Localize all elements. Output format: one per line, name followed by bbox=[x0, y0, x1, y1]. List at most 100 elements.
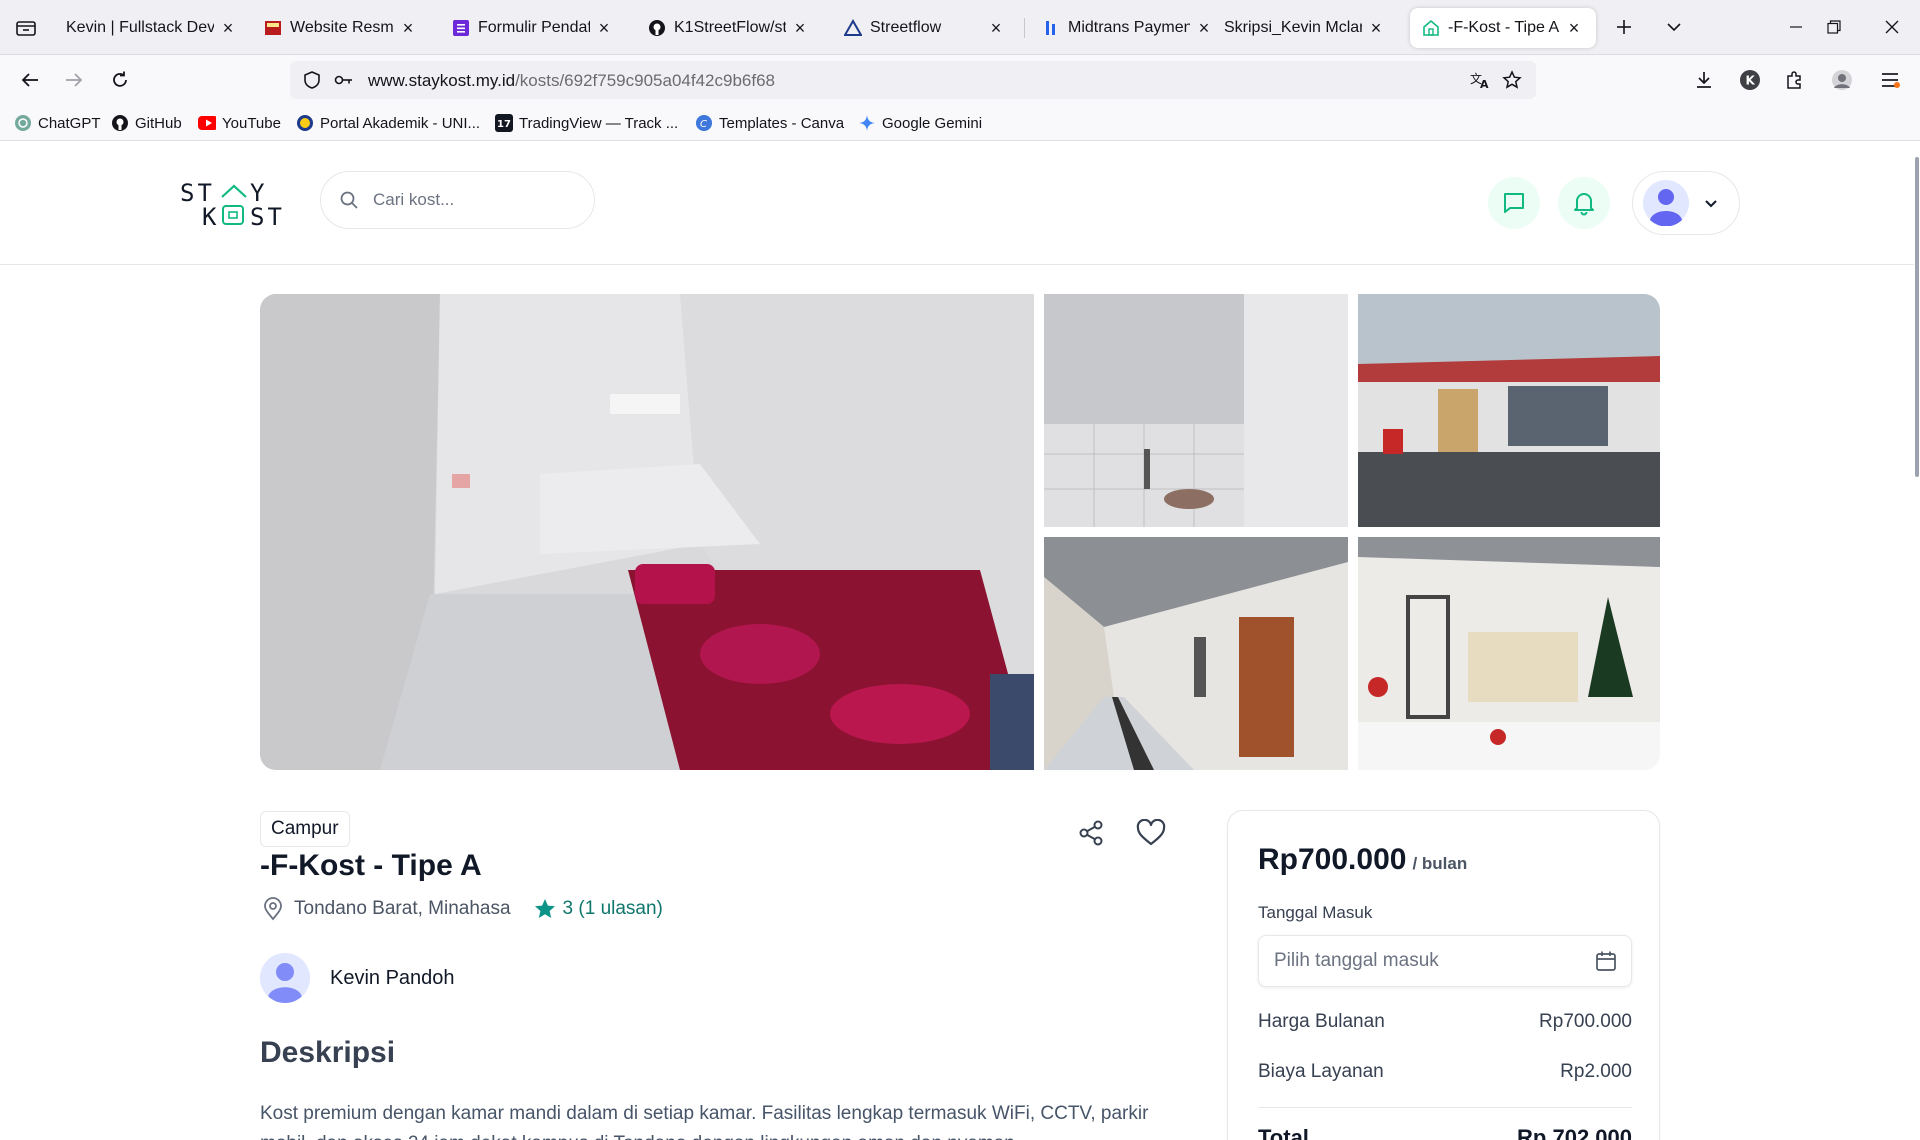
bookmark-label: Templates - Canva bbox=[719, 114, 845, 132]
exterior-photo[interactable] bbox=[1358, 294, 1660, 527]
bookmark-chatgpt[interactable]: ChatGPT bbox=[14, 114, 101, 132]
calendar-icon[interactable] bbox=[1595, 950, 1617, 972]
tab-kevin-portfolio[interactable]: Kevin | Fullstack Devel × bbox=[54, 8, 250, 48]
gemini-sparkle-icon bbox=[858, 114, 876, 132]
move-in-date-input[interactable] bbox=[1274, 950, 1574, 972]
bookmark-label: Portal Akademik - UNI... bbox=[320, 114, 481, 132]
shield-icon bbox=[304, 71, 320, 89]
tab-title: Skripsi_Kevin Mclaren bbox=[1224, 19, 1362, 36]
bookmark-github[interactable]: GitHub bbox=[111, 114, 182, 132]
tab-title: K1StreetFlow/stree bbox=[674, 19, 786, 36]
translate-icon[interactable]: 文A bbox=[1470, 70, 1492, 90]
forms-favicon-icon bbox=[452, 19, 470, 37]
back-button[interactable] bbox=[12, 63, 48, 97]
reload-button[interactable] bbox=[102, 63, 138, 97]
puzzle-icon bbox=[1787, 71, 1801, 89]
page-scrollbar[interactable] bbox=[1914, 141, 1920, 1140]
tab-f-kost-active[interactable]: -F-Kost - Tipe A - I × bbox=[1410, 8, 1596, 48]
plus-icon bbox=[1617, 20, 1631, 34]
bookmark-gemini[interactable]: Google Gemini bbox=[858, 114, 982, 132]
bookmark-label: YouTube bbox=[222, 114, 281, 132]
chat-button[interactable] bbox=[1488, 177, 1540, 229]
midtrans-favicon-icon bbox=[1042, 19, 1060, 37]
gender-type-badge: Campur bbox=[260, 811, 350, 847]
bookmark-canva[interactable]: C Templates - Canva bbox=[695, 114, 844, 132]
owner-info[interactable]: Kevin Pandoh bbox=[260, 953, 455, 1003]
restore-icon bbox=[1827, 20, 1841, 34]
tab-title: Website Resmi De bbox=[290, 19, 394, 36]
description-heading: Deskripsi bbox=[260, 1036, 396, 1069]
svg-text:ST: ST bbox=[250, 203, 285, 229]
staykost-logo[interactable]: ST Y K ST bbox=[178, 179, 298, 231]
github-icon bbox=[111, 114, 129, 132]
hallway-photo[interactable] bbox=[1044, 537, 1348, 770]
tab-title: Streetflow bbox=[870, 19, 942, 36]
bookmark-label: TradingView — Track ... bbox=[519, 114, 679, 132]
close-icon[interactable]: × bbox=[220, 18, 236, 38]
price: Rp700.000 / bulan bbox=[1258, 843, 1467, 877]
search-box[interactable] bbox=[320, 171, 595, 229]
price-period: / bulan bbox=[1412, 854, 1468, 873]
close-icon[interactable]: × bbox=[1196, 18, 1212, 38]
tab-github-repo[interactable]: K1StreetFlow/stree × bbox=[636, 8, 822, 48]
user-menu-button[interactable] bbox=[1632, 171, 1740, 235]
lobby-photo[interactable] bbox=[1358, 537, 1660, 770]
notifications-button[interactable] bbox=[1558, 177, 1610, 229]
close-icon[interactable]: × bbox=[1566, 18, 1582, 38]
new-tab-button[interactable] bbox=[1604, 10, 1644, 44]
bathroom-photo[interactable] bbox=[1044, 294, 1348, 527]
close-icon[interactable]: × bbox=[596, 18, 612, 38]
booking-card: Rp700.000 / bulan Tanggal Masuk Harga Bu… bbox=[1227, 810, 1660, 1140]
bookmark-tradingview[interactable]: 17 TradingView — Track ... bbox=[495, 114, 678, 132]
close-icon[interactable]: × bbox=[400, 18, 416, 38]
tab-website-resmi[interactable]: Website Resmi De × bbox=[252, 8, 430, 48]
url-text[interactable]: www.staykost.my.id/kosts/692f759c905a04f… bbox=[368, 71, 775, 91]
navigation-toolbar: www.staykost.my.id/kosts/692f759c905a04f… bbox=[0, 55, 1920, 106]
tab-list-button[interactable] bbox=[8, 14, 44, 42]
url-host: www.staykost.my.id bbox=[368, 71, 516, 90]
restore-button[interactable] bbox=[1814, 10, 1854, 44]
map-pin-icon bbox=[264, 897, 282, 921]
favorite-button[interactable] bbox=[1131, 813, 1171, 853]
tab-title: Formulir Pendaftar bbox=[478, 19, 590, 36]
forward-button[interactable] bbox=[56, 63, 92, 97]
extensions-button[interactable] bbox=[1776, 63, 1812, 97]
share-button[interactable] bbox=[1071, 813, 1111, 853]
profile-avatar-button[interactable] bbox=[1824, 63, 1860, 97]
tab-midtrans[interactable]: Midtrans Payment × bbox=[1030, 8, 1226, 48]
bookmark-portal-akademik[interactable]: Portal Akademik - UNI... bbox=[296, 114, 480, 132]
minimize-button[interactable] bbox=[1776, 10, 1816, 44]
photo-gallery bbox=[260, 294, 1660, 770]
main-room-photo[interactable] bbox=[260, 294, 1034, 770]
downloads-button[interactable] bbox=[1686, 63, 1722, 97]
key-icon[interactable] bbox=[334, 71, 354, 89]
tradingview-icon: 17 bbox=[495, 114, 513, 132]
address-bar[interactable]: www.staykost.my.id/kosts/692f759c905a04f… bbox=[290, 61, 1536, 99]
account-button[interactable]: K bbox=[1732, 63, 1768, 97]
bookmark-youtube[interactable]: YouTube bbox=[198, 114, 281, 132]
tab-skripsi[interactable]: Skripsi_Kevin Mclaren × bbox=[1212, 8, 1398, 48]
svg-text:17: 17 bbox=[497, 119, 511, 130]
close-icon[interactable]: × bbox=[1368, 18, 1384, 38]
move-in-date-picker[interactable] bbox=[1258, 935, 1632, 987]
account-k-icon: K bbox=[1740, 70, 1760, 90]
web-page: ST Y K ST Cari kost... Campur -F-Kost - … bbox=[0, 141, 1920, 1140]
close-icon[interactable]: × bbox=[792, 18, 808, 38]
scrollbar-thumb[interactable] bbox=[1915, 157, 1919, 477]
canva-icon: C bbox=[695, 114, 713, 132]
bookmark-star-icon[interactable] bbox=[1502, 70, 1522, 90]
rating-text: 3 (1 ulasan) bbox=[562, 898, 663, 919]
monthly-price-row: Harga Bulanan Rp700.000 bbox=[1258, 1011, 1632, 1033]
tab-streetflow[interactable]: Streetflow × bbox=[832, 8, 1018, 48]
tab-title: Midtrans Payment bbox=[1068, 19, 1190, 36]
tab-overflow-button[interactable] bbox=[1654, 10, 1694, 44]
site-header: ST Y K ST bbox=[0, 141, 1914, 265]
location-text: Tondano Barat, Minahasa bbox=[294, 898, 511, 919]
app-menu-button[interactable] bbox=[1872, 63, 1908, 97]
reload-icon bbox=[113, 71, 127, 87]
tab-formulir[interactable]: Formulir Pendaftar × bbox=[440, 8, 626, 48]
close-icon[interactable]: × bbox=[988, 18, 1004, 38]
search-input[interactable] bbox=[373, 190, 573, 210]
close-window-button[interactable] bbox=[1872, 10, 1912, 44]
rating[interactable]: 3 (1 ulasan) bbox=[533, 897, 663, 921]
